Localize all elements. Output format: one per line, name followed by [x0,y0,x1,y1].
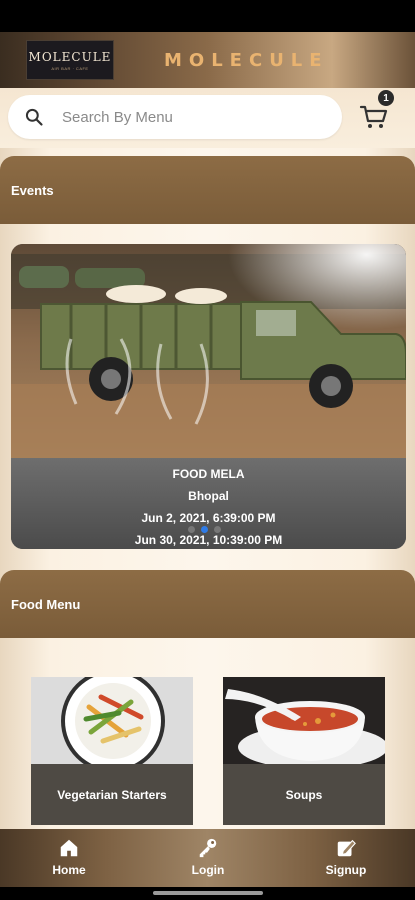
status-bar [0,0,415,32]
event-image [11,244,406,458]
event-details: FOOD MELA Bhopal Jun 2, 2021, 6:39:00 PM… [11,458,406,549]
event-city: Bhopal [188,489,229,503]
category-card-vegetarian-starters[interactable]: Vegetarian Starters [31,677,193,825]
nav-home[interactable]: Home [29,837,109,881]
carousel-dot[interactable] [214,526,221,533]
app-header: MOLECULE AIR BAR · CAFE MOLECULE [0,32,415,88]
carousel-indicator [188,526,221,533]
gesture-handle[interactable] [153,891,263,895]
food-menu-section-header: Food Menu [0,570,415,638]
app-title: MOLECULE [164,50,329,71]
brand-logo[interactable]: MOLECULE AIR BAR · CAFE [26,40,114,80]
search-input[interactable] [62,108,312,126]
home-icon [60,839,78,857]
carousel-dot[interactable] [188,526,195,533]
search-icon [25,108,43,126]
event-name: FOOD MELA [172,467,245,481]
signup-icon [337,839,356,857]
nav-signup[interactable]: Signup [306,837,386,881]
food-menu-title: Food Menu [11,596,81,612]
soups-image [223,677,385,764]
events-section-header: Events [0,156,415,224]
key-icon [199,838,217,858]
logo-text: MOLECULE [28,49,112,64]
events-title: Events [11,182,54,198]
vegetarian-starters-image [31,677,193,764]
logo-subtext: AIR BAR · CAFE [51,65,89,71]
nav-home-label: Home [52,863,86,877]
cart-count-badge: 1 [378,90,394,106]
bottom-navigation: Home Login Signup [0,829,415,887]
search-row [0,88,415,148]
event-card[interactable]: FOOD MELA Bhopal Jun 2, 2021, 6:39:00 PM… [11,244,406,549]
category-card-soups[interactable]: Soups [223,677,385,825]
carousel-dot-active[interactable] [201,526,208,533]
category-label: Vegetarian Starters [31,764,193,825]
nav-signup-label: Signup [325,863,367,877]
nav-login[interactable]: Login [168,837,248,881]
category-label: Soups [223,764,385,825]
nav-login-label: Login [191,863,225,877]
search-bar[interactable] [8,95,342,139]
